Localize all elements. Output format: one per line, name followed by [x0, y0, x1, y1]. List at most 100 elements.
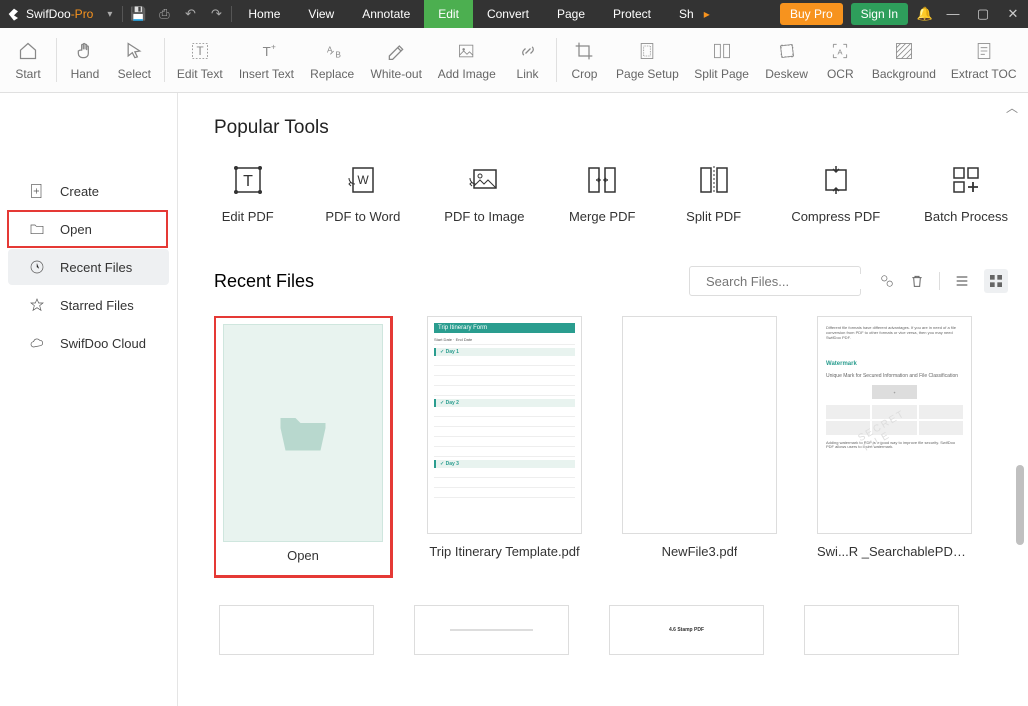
- tool-replace[interactable]: ABReplace: [302, 35, 363, 85]
- folder-open-icon: [268, 403, 338, 463]
- menu-share[interactable]: Sh: [665, 0, 708, 28]
- svg-text:W: W: [357, 173, 369, 187]
- sidebar-label: Open: [60, 222, 92, 237]
- cloud-icon: [28, 335, 46, 351]
- titlebar: SwifDoo-Pro ▾ 💾 ⎙ ↶ ↷ Home View Annotate…: [0, 0, 1028, 28]
- app-logo: SwifDoo-Pro: [0, 6, 99, 22]
- tool-start[interactable]: Start: [4, 35, 52, 85]
- svg-text:B: B: [336, 50, 342, 60]
- view-controls: [879, 269, 1008, 293]
- scrollbar[interactable]: [1016, 465, 1024, 545]
- sidebar-label: Create: [60, 184, 99, 199]
- recent-files-header: Recent Files: [214, 266, 1008, 296]
- clock-icon: [28, 259, 46, 275]
- divider: [231, 6, 232, 22]
- file-thumb: Different file formats have different ad…: [817, 316, 972, 534]
- tool-background[interactable]: Background: [864, 35, 943, 85]
- menu-page[interactable]: Page: [543, 0, 599, 28]
- tool-whiteout[interactable]: White-out: [363, 35, 430, 85]
- tool-page-setup[interactable]: Page Setup: [608, 35, 686, 85]
- file-card[interactable]: [214, 605, 379, 657]
- buy-pro-button[interactable]: Buy Pro: [780, 3, 843, 25]
- menu-view[interactable]: View: [294, 0, 348, 28]
- popular-tools-title: Popular Tools: [214, 117, 1008, 139]
- tool-select[interactable]: Select: [109, 35, 160, 85]
- tool-batch-process[interactable]: Batch Process: [924, 163, 1008, 224]
- file-name: Open: [287, 548, 319, 563]
- sidebar-create[interactable]: Create: [8, 173, 169, 209]
- menu-edit[interactable]: Edit: [424, 0, 473, 28]
- sidebar-label: SwifDoo Cloud: [60, 336, 146, 351]
- delete-icon[interactable]: [909, 273, 925, 289]
- file-name: NewFile3.pdf: [662, 544, 738, 559]
- app-dropdown-icon[interactable]: ▾: [107, 9, 112, 20]
- sidebar-label: Starred Files: [60, 298, 134, 313]
- sign-in-button[interactable]: Sign In: [851, 3, 908, 25]
- menu-home[interactable]: Home: [234, 0, 294, 28]
- tool-link[interactable]: Link: [504, 35, 552, 85]
- tool-edit-pdf[interactable]: TEdit PDF: [214, 163, 281, 224]
- file-card[interactable]: NewFile3.pdf: [617, 316, 782, 577]
- svg-text:+: +: [271, 41, 276, 51]
- grid-view-icon[interactable]: [984, 269, 1008, 293]
- menu-convert[interactable]: Convert: [473, 0, 543, 28]
- list-view-icon[interactable]: [954, 273, 970, 289]
- file-card[interactable]: 4.6 Stamp PDF: [604, 605, 769, 657]
- ribbon-toolbar: Start Hand Select TEdit Text T+Insert Te…: [0, 28, 1028, 93]
- popular-tools-row: TEdit PDF WPDF to Word PDF to Image Merg…: [214, 163, 1008, 224]
- file-thumb: [622, 316, 777, 534]
- file-thumb: [219, 605, 374, 655]
- star-icon: [28, 297, 46, 313]
- minimize-button[interactable]: —: [938, 6, 968, 22]
- maximize-button[interactable]: ▢: [968, 6, 998, 22]
- sidebar: Create Open Recent Files Starred Files S…: [0, 93, 178, 706]
- pin-icon[interactable]: [879, 273, 895, 289]
- bell-icon[interactable]: 🔔: [912, 6, 938, 22]
- close-button[interactable]: ✕: [998, 6, 1028, 22]
- sidebar-cloud[interactable]: SwifDoo Cloud: [8, 325, 169, 361]
- search-input[interactable]: [706, 274, 882, 289]
- tool-pdf-to-word[interactable]: WPDF to Word: [325, 163, 400, 224]
- recent-files-title: Recent Files: [214, 271, 689, 292]
- tool-ocr[interactable]: AOCR: [816, 35, 864, 85]
- file-card[interactable]: Teacher's: [799, 605, 964, 657]
- tool-compress-pdf[interactable]: Compress PDF: [791, 163, 880, 224]
- file-thumb: Teacher's: [804, 605, 959, 655]
- app-name: SwifDoo-Pro: [26, 7, 93, 21]
- tool-crop[interactable]: Crop: [560, 35, 608, 85]
- sidebar-recent-files[interactable]: Recent Files: [8, 249, 169, 285]
- tool-insert-text[interactable]: T+Insert Text: [231, 35, 302, 85]
- menu-protect[interactable]: Protect: [599, 0, 665, 28]
- tool-deskew[interactable]: Deskew: [757, 35, 816, 85]
- tool-split-page[interactable]: Split Page: [686, 35, 757, 85]
- file-open-card[interactable]: Open: [214, 316, 392, 577]
- tool-split-pdf[interactable]: Split PDF: [680, 163, 747, 224]
- tool-hand[interactable]: Hand: [61, 35, 109, 85]
- search-box[interactable]: [689, 266, 861, 296]
- redo-icon[interactable]: ↷: [203, 6, 229, 22]
- svg-text:T: T: [263, 44, 271, 59]
- window-controls: — ▢ ✕: [938, 6, 1028, 22]
- print-icon[interactable]: ⎙: [151, 6, 177, 22]
- file-thumb: [414, 605, 569, 655]
- svg-text:A: A: [327, 45, 333, 55]
- sidebar-starred[interactable]: Starred Files: [8, 287, 169, 323]
- tool-edit-text[interactable]: TEdit Text: [169, 35, 231, 85]
- svg-text:A: A: [838, 47, 843, 56]
- folder-icon: [28, 221, 46, 237]
- svg-text:T: T: [196, 45, 203, 58]
- file-card[interactable]: Trip Itinerary Form Start Date · End Dat…: [422, 316, 587, 577]
- save-icon[interactable]: 💾: [125, 6, 151, 22]
- file-card[interactable]: [409, 605, 574, 657]
- menu-bar: Home View Annotate Edit Convert Page Pro…: [234, 0, 707, 28]
- svg-text:T: T: [243, 173, 253, 190]
- menu-annotate[interactable]: Annotate: [348, 0, 424, 28]
- sidebar-open[interactable]: Open: [8, 211, 167, 247]
- undo-icon[interactable]: ↶: [177, 6, 203, 22]
- file-card[interactable]: Different file formats have different ad…: [812, 316, 977, 577]
- file-thumb: Trip Itinerary Form Start Date · End Dat…: [427, 316, 582, 534]
- tool-add-image[interactable]: Add Image: [430, 35, 504, 85]
- tool-pdf-to-image[interactable]: PDF to Image: [444, 163, 524, 224]
- tool-extract-toc[interactable]: Extract TOC: [943, 35, 1024, 85]
- tool-merge-pdf[interactable]: Merge PDF: [569, 163, 636, 224]
